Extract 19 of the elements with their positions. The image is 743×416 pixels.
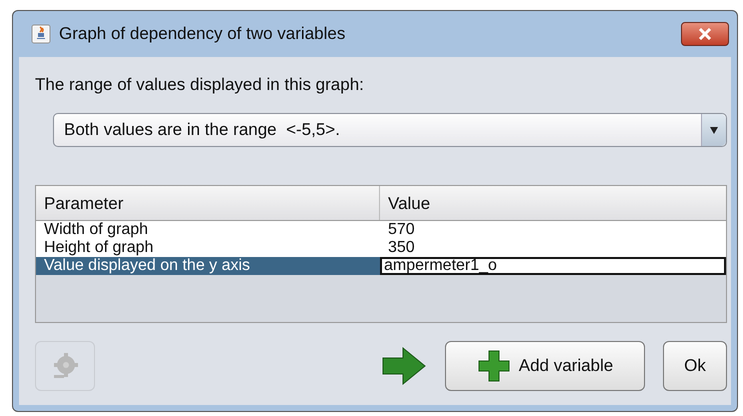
cup-icon: [31, 24, 51, 44]
ok-button[interactable]: Ok: [663, 341, 727, 391]
add-variable-button[interactable]: Add variable: [445, 341, 645, 391]
table-cell-text: 350: [387, 239, 416, 257]
arrow-right-icon: [381, 346, 427, 386]
close-button[interactable]: [681, 22, 729, 46]
table-cell-text: Width of graph: [43, 221, 150, 239]
table-cell: Value displayed on the y axis: [36, 257, 380, 275]
close-icon: [698, 28, 712, 40]
column-header[interactable]: Parameter: [36, 186, 380, 220]
value-input-field[interactable]: ampermeter1_o: [380, 257, 726, 275]
window-title: Graph of dependency of two variables: [59, 24, 346, 44]
table-cell-text: 570: [387, 221, 416, 239]
dropdown-arrow-icon: [709, 125, 719, 135]
plus-icon: [476, 349, 511, 383]
range-dropdown[interactable]: Both values are in the range <-5,5>.: [53, 113, 727, 147]
column-header[interactable]: Value: [380, 186, 430, 220]
range-label: The range of values displayed in this graph:: [35, 75, 365, 95]
table-cell-text: Height of graph: [43, 239, 154, 257]
